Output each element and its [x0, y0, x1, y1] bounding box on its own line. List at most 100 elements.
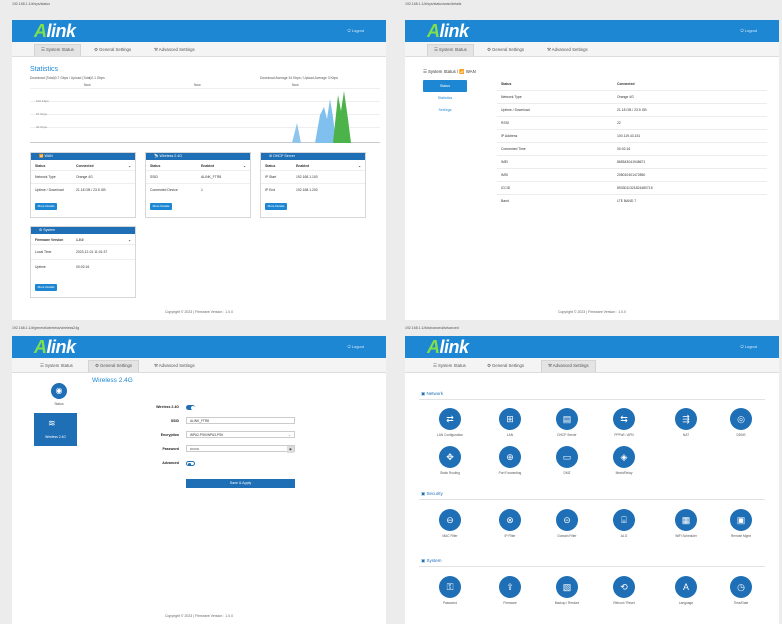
side-item-statistics[interactable]: Statistics [423, 92, 467, 104]
brand-logo[interactable]: Alink [427, 337, 469, 358]
lan-icon[interactable]: ⊞ [499, 408, 521, 430]
tab-advanced-settings[interactable]: ⚒ Advanced Settings [148, 361, 201, 372]
footer: Copyright © 2023 | Firmware Version : 1.… [557, 310, 627, 314]
table-row: ICCID 8933011321824480715 [497, 182, 767, 195]
wireless-more-details-button[interactable]: More Details [150, 203, 172, 210]
port-forward-icon[interactable]: ⊕ [499, 446, 521, 468]
card-row: Status Connected ⌄ [31, 161, 135, 171]
tab-general-settings[interactable]: ⚙ General Settings [481, 45, 530, 56]
table-row: IMSI 208010401472850 [497, 169, 767, 182]
status-pane: Alink ⏻ Logout ☰ System Status ⚙ General… [12, 20, 386, 320]
ssid-label: SSID [170, 419, 179, 423]
password-label: Password [162, 447, 179, 451]
wireless-24g-nav[interactable]: ≋ Wireless 2.4G [34, 413, 77, 446]
tab-system-status[interactable]: ☰ System Status [427, 44, 474, 56]
chevron-down-icon: ⌄ [358, 164, 361, 168]
side-item-settings[interactable]: Settings [423, 104, 467, 116]
advanced-toggle[interactable] [186, 461, 195, 466]
chevron-down-icon: ⌄ [128, 238, 131, 242]
tab-general-settings[interactable]: ⚙ General Settings [88, 45, 137, 56]
card-row: IP End 192.168.1.200 [265, 188, 318, 192]
card-row: Local Time 2023-12-01 11:01:37 [31, 245, 135, 260]
nav-tabs: ☰ System Status ⚙ General Settings ⚒ Adv… [12, 42, 386, 57]
table-row: Connected Time 00:02:16 [497, 143, 767, 156]
ddns-icon[interactable]: ◎ [730, 408, 752, 430]
password-icon[interactable]: ⚿ [439, 576, 461, 598]
top-header: Alink ⏻ Logout [12, 20, 386, 42]
system-more-details-button[interactable]: More Details [35, 284, 57, 291]
card-row: Status Enabled ⌄ [261, 161, 365, 171]
encryption-select[interactable]: WPA2-PSK/WPA3-PSK ⌄ [186, 431, 295, 438]
icon-label: Password [443, 601, 457, 605]
wifi-scheduler-icon[interactable]: ▦ [675, 509, 697, 531]
tab-advanced-settings[interactable]: ⚒ Advanced Settings [541, 45, 594, 56]
card-row: Network Type Orange 4G [31, 171, 135, 184]
tab-advanced-settings[interactable]: ⚒ Advanced Settings [148, 45, 201, 56]
icon-label: Remote Mgmt [730, 534, 751, 538]
icon-label: DHCP Server [557, 433, 577, 437]
tab-general-settings[interactable]: ⚙ General Settings [481, 361, 530, 372]
lan-config-icon[interactable]: ⇄ [439, 408, 461, 430]
tab-system-status[interactable]: ☰ System Status [34, 361, 79, 372]
url-caption: 192.168.1.1/#/advanced/advanced [405, 326, 459, 330]
brand-logo[interactable]: Alink [34, 337, 76, 358]
wireless-enable-label: Wireless 2.4G [156, 405, 179, 409]
mesh-icon[interactable]: ◈ [613, 446, 635, 468]
language-icon[interactable]: A [675, 576, 697, 598]
mac-filter-icon[interactable]: ⊖ [439, 509, 461, 531]
chevron-down-icon: ⌄ [243, 164, 246, 168]
url-caption: 192.168.1.1/#/sys/status [12, 2, 50, 6]
nav-tabs: ☰ System Status ⚙ General Settings ⚒ Adv… [12, 358, 386, 373]
page-title: Wireless 2.4G [92, 377, 133, 384]
wireless-enable-toggle[interactable] [186, 405, 195, 410]
card-row: Connected Device 1 [150, 188, 203, 192]
tab-system-status[interactable]: ☰ System Status [427, 361, 472, 372]
logout-button[interactable]: ⏻ Logout [347, 344, 364, 349]
nat-icon[interactable]: ⇶ [675, 408, 697, 430]
wan-card: 📶 WAN Status Connected ⌄ Network Type Orang… [30, 152, 136, 218]
dhcp-icon[interactable]: ▤ [556, 408, 578, 430]
save-apply-button[interactable]: Save & Apply [186, 479, 295, 488]
remote-mgmt-icon[interactable]: ▣ [730, 509, 752, 531]
chart-col-label: Now [84, 83, 91, 87]
top-header: Alink ⏻ Logout [405, 336, 779, 358]
backup-icon[interactable]: ▧ [556, 576, 578, 598]
ip-filter-icon[interactable]: ⊗ [499, 509, 521, 531]
routing-icon[interactable]: ✥ [439, 446, 461, 468]
password-input[interactable]: •••••••• ◉ [186, 445, 295, 453]
icon-label: Reboot / Reset [613, 601, 635, 605]
side-item-status[interactable]: Status [423, 80, 467, 92]
dhcp-more-details-button[interactable]: More Details [265, 203, 287, 210]
dhcp-card: ⚙ DHCP Server Status Enabled ⌄ IP Start 192… [260, 152, 366, 218]
wan-details-pane: Alink ⏻ Logout ☰ System Status ⚙ General… [405, 20, 779, 320]
breadcrumb: ☰ System Status / 📶 WAN [423, 69, 476, 74]
dmz-icon[interactable]: ▭ [556, 446, 578, 468]
logout-button[interactable]: ⏻ Logout [347, 28, 364, 33]
card-row: Uptime 00:02:16 [35, 265, 90, 269]
reboot-icon[interactable]: ⟲ [613, 576, 635, 598]
icon-label: LAN Configuration [436, 433, 464, 437]
tab-advanced-settings[interactable]: ⚒ Advanced Settings [541, 360, 596, 372]
wan-card-title: 📶 WAN [31, 153, 135, 160]
domain-filter-icon[interactable]: ⊝ [556, 509, 578, 531]
alg-icon[interactable]: ⌸ [613, 509, 635, 531]
logout-button[interactable]: ⏻ Logout [740, 344, 757, 349]
tab-system-status[interactable]: ☰ System Status [34, 44, 81, 56]
status-nav-icon[interactable]: ◉ [51, 383, 67, 399]
pppoe-icon[interactable]: ⇆ [613, 408, 635, 430]
icon-label: DDNS [736, 433, 746, 437]
time-icon[interactable]: ◷ [730, 576, 752, 598]
table-row: Band LTE BAND 7 [501, 199, 637, 203]
ssid-input[interactable]: ALINK_FTR8 [186, 417, 295, 424]
icon-label: Backup / Restore [554, 601, 580, 605]
brand-logo[interactable]: Alink [427, 21, 469, 42]
brand-logo[interactable]: Alink [34, 21, 76, 42]
section-network-title: ▣ Network [421, 391, 444, 396]
wireless-pane: Alink ⏻ Logout ☰ System Status ⚙ General… [12, 336, 386, 624]
logout-button[interactable]: ⏻ Logout [740, 28, 757, 33]
wan-more-details-button[interactable]: More Details [35, 203, 57, 210]
firmware-icon[interactable]: ⇪ [499, 576, 521, 598]
stats-average: Download Average 34 Kbps / Upload Averag… [260, 76, 338, 80]
icon-label: Domain Filter [557, 534, 577, 538]
tab-general-settings[interactable]: ⚙ General Settings [88, 360, 140, 372]
